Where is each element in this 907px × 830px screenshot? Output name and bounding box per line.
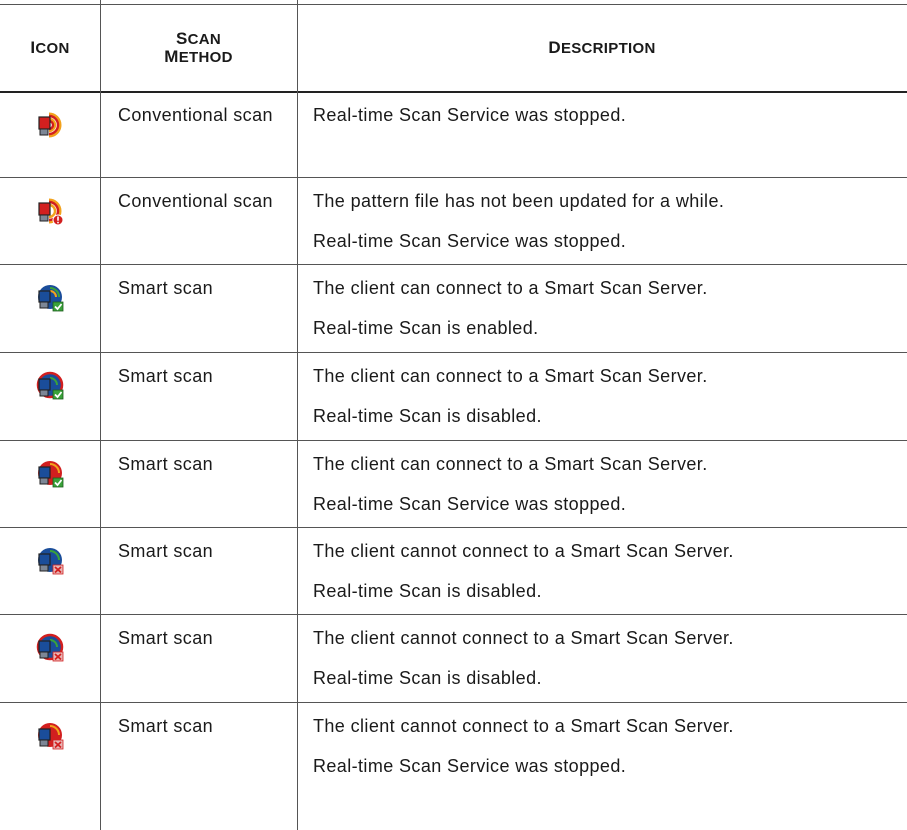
description-line: Real-time Scan Service was stopped. <box>313 105 627 125</box>
description: The client cannot connect to a Smart Sca… <box>313 714 893 794</box>
description: The client can connect to a Smart Scan S… <box>313 276 893 356</box>
description: Real-time Scan Service was stopped. <box>313 103 893 183</box>
smart-connected-stopped-icon <box>36 459 66 489</box>
smart-connected-disabled-icon <box>36 371 66 401</box>
status-icon-table: ICON SCAN METHOD DESCRIPTION Conventiona… <box>0 0 907 830</box>
description-line: The client can connect to a Smart Scan S… <box>313 454 708 474</box>
description-line: Real-time Scan is disabled. <box>313 668 542 688</box>
scan-method: Smart scan <box>118 454 214 474</box>
description-line: Real-time Scan Service was stopped. <box>313 494 627 514</box>
header-description: DESCRIPTION <box>548 38 656 57</box>
description: The client can connect to a Smart Scan S… <box>313 452 893 532</box>
description: The client cannot connect to a Smart Sca… <box>313 626 893 706</box>
description-line <box>313 143 893 183</box>
description-line: Real-time Scan Service was stopped. <box>313 231 627 251</box>
table-row: Conventional scan The pattern file has n… <box>0 178 907 264</box>
header-scan-method: SCAN METHOD <box>164 29 233 66</box>
description-line: The client can connect to a Smart Scan S… <box>313 278 708 298</box>
table-row: Smart scan The client cannot connect to … <box>0 528 907 614</box>
scan-method: Smart scan <box>118 541 214 561</box>
scan-method: Smart scan <box>118 716 214 736</box>
scan-method: Smart scan <box>118 366 214 386</box>
smart-disconnected-disabled-icon <box>36 633 66 663</box>
scan-method: Smart scan <box>118 278 214 298</box>
scan-method: Smart scan <box>118 628 214 648</box>
description-line: Real-time Scan is disabled. <box>313 581 542 601</box>
realtime-stopped-icon <box>36 110 66 140</box>
description-line: Real-time Scan is disabled. <box>313 406 542 426</box>
description-line: The client can connect to a Smart Scan S… <box>313 366 708 386</box>
table-row: Conventional scan Real-time Scan Service… <box>0 92 907 177</box>
description-line: The client cannot connect to a Smart Sca… <box>313 716 734 736</box>
scan-method: Conventional scan <box>118 105 273 125</box>
table-row: Smart scan The client can connect to a S… <box>0 353 907 440</box>
scan-method: Conventional scan <box>118 191 273 211</box>
description: The client can connect to a Smart Scan S… <box>313 364 893 444</box>
smart-disconnected-stopped-icon <box>36 721 66 751</box>
description-line: The pattern file has not been updated fo… <box>313 191 725 211</box>
smart-disconnected-disabled-icon <box>36 546 66 576</box>
table-row: Smart scan The client can connect to a S… <box>0 265 907 352</box>
pattern-outdated-stopped-icon <box>36 196 66 226</box>
table-row: Smart scan The client cannot connect to … <box>0 703 907 830</box>
header-icon: ICON <box>30 38 70 57</box>
table-row: Smart scan The client cannot connect to … <box>0 615 907 702</box>
description: The pattern file has not been updated fo… <box>313 189 893 269</box>
description-line: The client cannot connect to a Smart Sca… <box>313 628 734 648</box>
description-line: Real-time Scan Service was stopped. <box>313 756 627 776</box>
smart-connected-enabled-icon <box>36 283 66 313</box>
description: The client cannot connect to a Smart Sca… <box>313 539 893 619</box>
description-line: The client cannot connect to a Smart Sca… <box>313 541 734 561</box>
table-row: Smart scan The client can connect to a S… <box>0 441 907 527</box>
description-line: Real-time Scan is enabled. <box>313 318 539 338</box>
